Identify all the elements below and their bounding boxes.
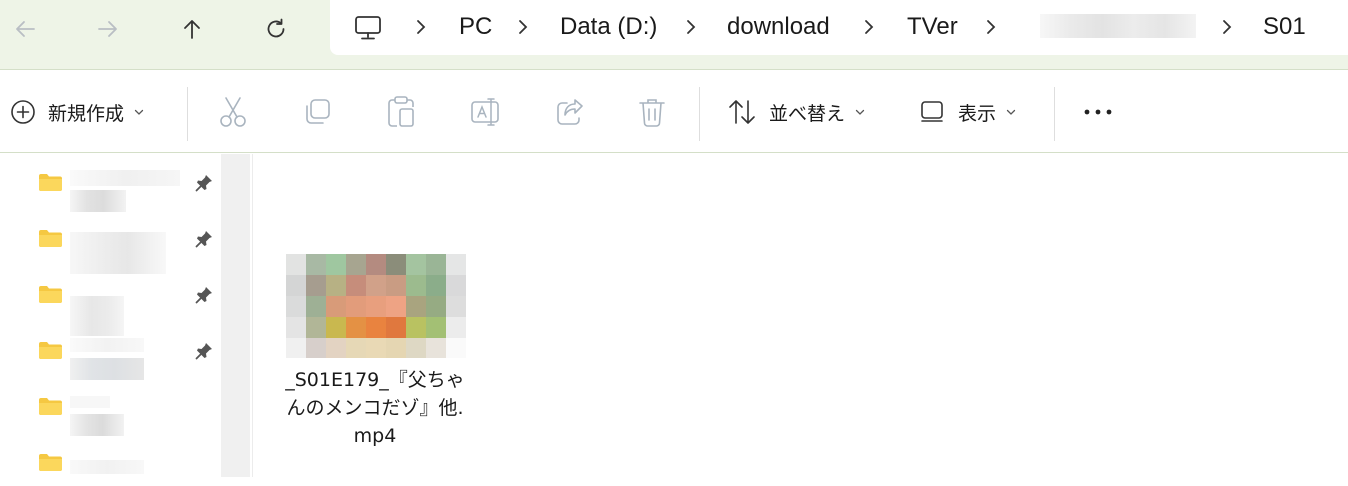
folder-icon <box>39 286 62 303</box>
redacted-label <box>70 358 144 380</box>
copy-icon <box>306 99 330 124</box>
arrow-up-icon <box>184 20 200 39</box>
sidebar-item-quick-access-3[interactable] <box>36 268 221 336</box>
breadcrumb-drive[interactable]: Data (D:) <box>560 14 657 40</box>
file-item[interactable]: _S01E179_『父ちゃ んのメンコだゾ』他. mp4 <box>278 250 472 460</box>
folder-icon <box>39 230 62 247</box>
pin-icon[interactable] <box>194 229 214 249</box>
arrow-left-icon <box>16 21 35 37</box>
breadcrumb-s01[interactable]: S01 <box>1263 14 1306 40</box>
redacted-label <box>70 396 110 408</box>
view-icon <box>921 101 943 122</box>
redacted-label <box>70 190 126 212</box>
share-button[interactable] <box>555 93 585 131</box>
paste-icon <box>388 96 414 127</box>
video-thumbnail <box>286 254 466 358</box>
chevron-right-icon <box>519 20 528 34</box>
view-button[interactable]: 表示 <box>920 93 1016 131</box>
chevron-right-icon <box>417 20 426 34</box>
up-button[interactable] <box>175 12 209 46</box>
redacted-label <box>70 460 144 474</box>
copy-button[interactable] <box>302 93 332 131</box>
paste-button[interactable] <box>386 93 416 131</box>
back-button[interactable] <box>8 12 42 46</box>
file-name: _S01E179_『父ちゃ んのメンコだゾ』他. mp4 <box>285 369 465 447</box>
arrow-right-icon <box>98 21 117 37</box>
refresh-button[interactable] <box>259 12 293 46</box>
cut-button[interactable] <box>218 93 248 131</box>
navigation-pane <box>0 154 250 477</box>
delete-icon <box>639 99 665 127</box>
forward-button[interactable] <box>91 12 125 46</box>
chevron-down-icon <box>1006 109 1016 115</box>
folder-icon <box>39 454 62 471</box>
chevron-right-icon <box>987 20 996 34</box>
folder-icon <box>39 174 62 191</box>
share-icon <box>557 99 583 125</box>
command-bar: 新規作成 並べ替え 表示 <box>0 71 1348 153</box>
plus-circle-icon <box>11 100 35 124</box>
chevron-right-icon <box>865 20 874 34</box>
toolbar-divider <box>699 87 700 141</box>
sidebar-item-quick-access-4[interactable] <box>36 324 221 380</box>
rename-icon <box>471 98 499 126</box>
rename-button[interactable] <box>470 93 502 131</box>
new-button[interactable]: 新規作成 <box>10 93 144 131</box>
breadcrumb-redacted[interactable] <box>1040 14 1196 38</box>
folder-icon <box>39 398 62 415</box>
folder-icon <box>39 342 62 359</box>
breadcrumb-pc[interactable]: PC <box>459 14 492 40</box>
sidebar-scrollbar[interactable] <box>221 154 250 477</box>
chevron-right-icon <box>1223 20 1232 34</box>
breadcrumb-tver[interactable]: TVer <box>907 14 958 40</box>
chevron-right-icon <box>687 20 696 34</box>
cut-icon <box>220 97 246 127</box>
chevron-down-icon <box>134 109 144 115</box>
sort-button[interactable]: 並べ替え <box>727 93 865 131</box>
sort-label: 並べ替え <box>769 102 846 125</box>
sidebar-item-quick-access-1[interactable] <box>36 156 221 212</box>
sidebar-item-quick-access-2[interactable] <box>36 212 221 274</box>
pane-divider[interactable] <box>252 154 253 477</box>
delete-button[interactable] <box>638 93 666 131</box>
redacted-label <box>70 170 180 186</box>
toolbar-divider <box>1054 87 1055 141</box>
refresh-icon <box>267 18 285 38</box>
more-icon <box>1084 109 1112 115</box>
pin-icon[interactable] <box>194 341 214 361</box>
redacted-label <box>70 338 144 352</box>
redacted-label <box>70 414 124 436</box>
sort-icon <box>729 100 755 124</box>
new-label: 新規作成 <box>48 102 125 125</box>
chevron-down-icon <box>855 109 865 115</box>
view-label: 表示 <box>958 102 997 125</box>
sidebar-item-folder-5[interactable] <box>36 380 221 436</box>
toolbar-divider <box>187 87 188 141</box>
pin-icon[interactable] <box>194 285 214 305</box>
more-button[interactable] <box>1082 93 1114 131</box>
breadcrumb-download[interactable]: download <box>727 14 830 40</box>
monitor-icon <box>355 16 381 40</box>
navigation-bar: PC Data (D:) download TVer S01 <box>0 0 1348 70</box>
pin-icon[interactable] <box>194 173 214 193</box>
sidebar-item-folder-6[interactable] <box>36 436 221 486</box>
